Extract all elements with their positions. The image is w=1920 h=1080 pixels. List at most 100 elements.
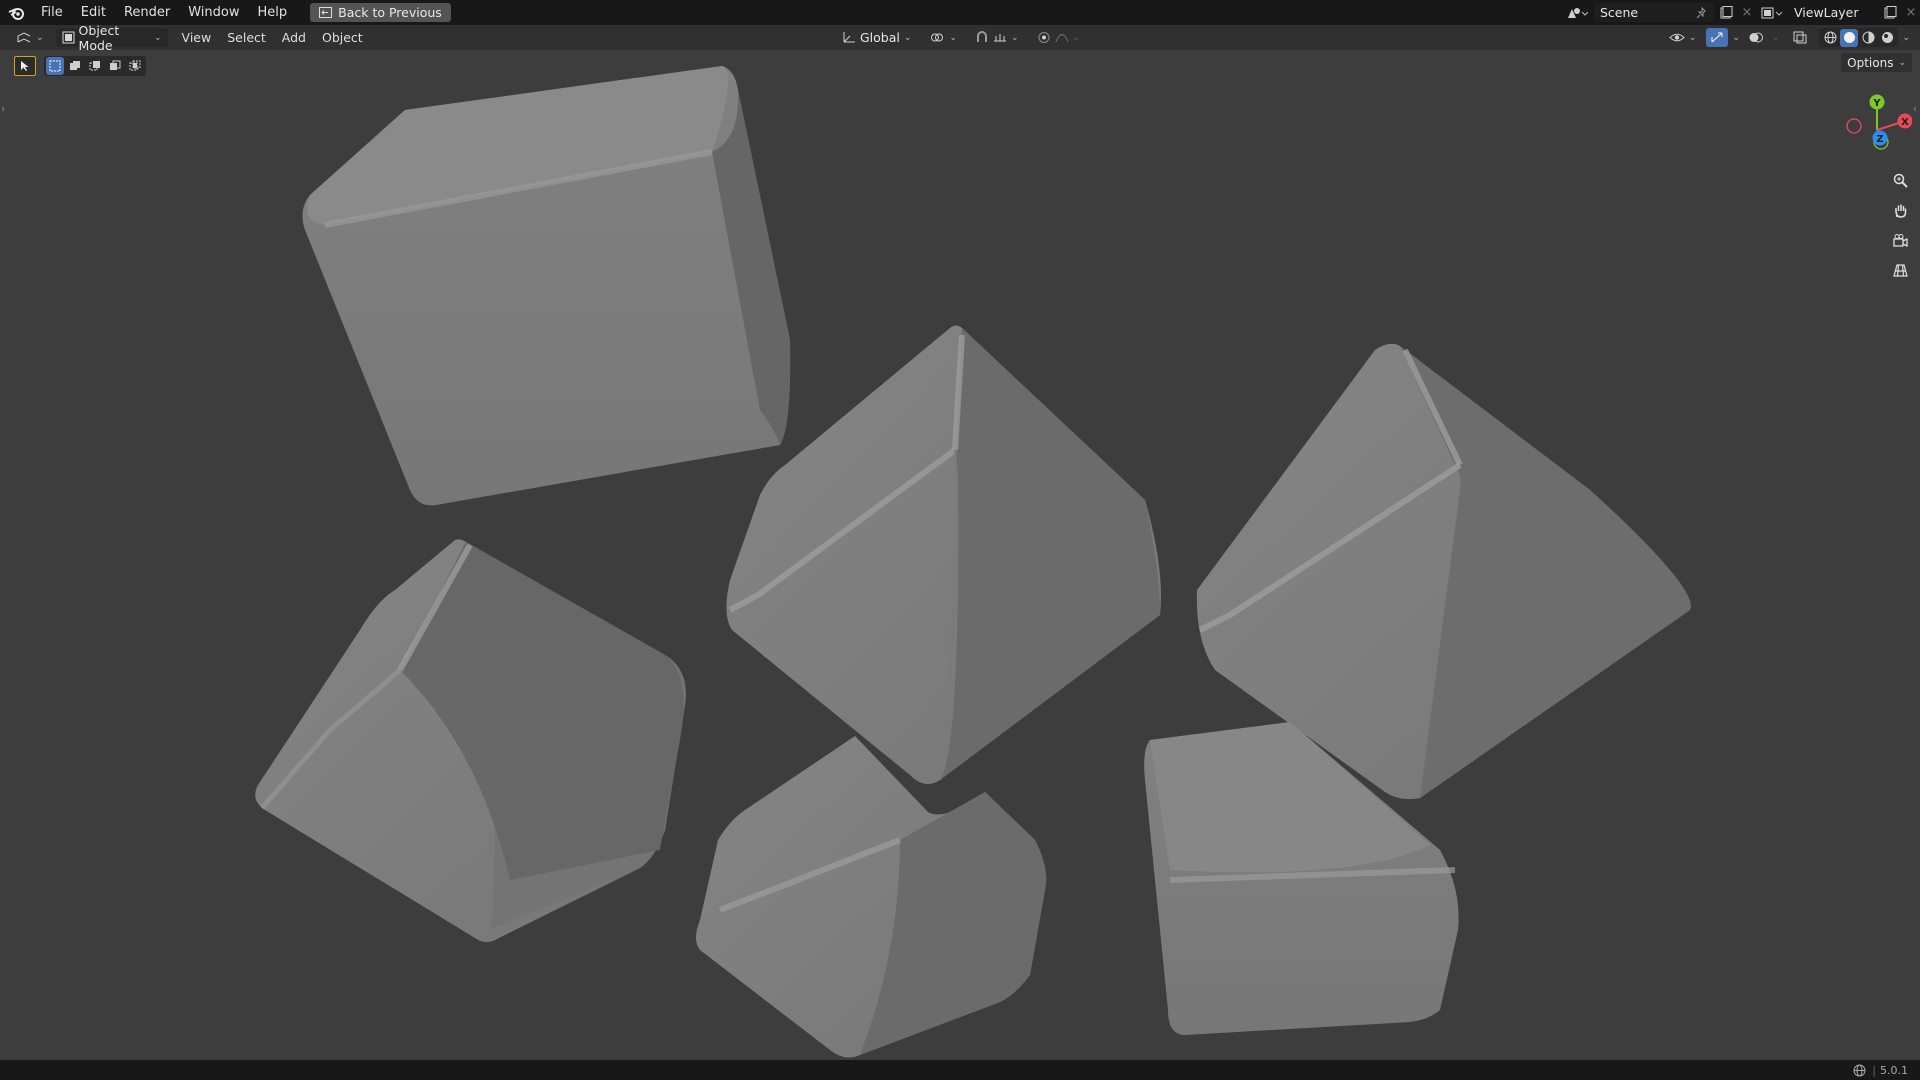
camera-view-button[interactable] xyxy=(1889,229,1911,251)
xray-toggle[interactable] xyxy=(1789,28,1811,47)
back-icon xyxy=(319,7,333,18)
chevron-down-icon: ⌄ xyxy=(154,32,162,43)
snap-dropdown[interactable]: ⌄ xyxy=(969,28,1025,47)
object-mode-icon xyxy=(62,31,75,44)
menu-window[interactable]: Window xyxy=(179,0,248,25)
pivot-icon xyxy=(929,31,945,44)
menu-help[interactable]: Help xyxy=(249,0,297,25)
material-shading-icon[interactable] xyxy=(1859,29,1877,47)
status-bar: | 5.0.1 xyxy=(0,1060,1920,1080)
scene-field[interactable]: Scene xyxy=(1594,3,1714,22)
status-divider: | xyxy=(1872,1063,1876,1077)
chevron-down-icon: ⌄ xyxy=(1898,57,1906,68)
overlay-icon xyxy=(1748,31,1764,44)
options-dropdown[interactable]: Options ⌄ xyxy=(1841,53,1912,72)
y-axis-label: Y xyxy=(1872,98,1881,109)
zoom-button[interactable] xyxy=(1889,169,1911,191)
grid-icon xyxy=(1892,263,1908,278)
overlay-dropdown-chevron[interactable]: ⌄ xyxy=(1772,33,1780,43)
transform-controls: Global ⌄ ⌄ ⌄ ⌄ xyxy=(836,28,1086,47)
cube-mesh[interactable] xyxy=(302,66,791,506)
xray-icon xyxy=(1793,31,1807,44)
menu-object[interactable]: Object xyxy=(314,30,371,45)
new-scene-icon[interactable] xyxy=(1714,6,1738,19)
x-axis-label: X xyxy=(1901,117,1909,128)
viewlayer-field[interactable]: ViewLayer xyxy=(1788,3,1878,22)
selection-mode-group xyxy=(44,56,146,76)
chevron-down-icon: ⌄ xyxy=(1010,32,1019,43)
chevron-down-icon: ⌄ xyxy=(949,32,957,43)
gizmo-toggle[interactable] xyxy=(1706,28,1729,47)
menu-add[interactable]: Add xyxy=(274,30,314,45)
scene-name: Scene xyxy=(1600,5,1639,20)
scene-icon[interactable] xyxy=(1560,6,1594,20)
z-axis-label: Z xyxy=(1876,134,1883,145)
menu-edit[interactable]: Edit xyxy=(72,0,115,25)
orientation-label: Global xyxy=(860,30,900,45)
negative-x-axis-icon[interactable] xyxy=(1846,118,1862,134)
zoom-icon xyxy=(1893,173,1908,188)
gizmo-icon xyxy=(1710,31,1724,44)
navigation-gizmo[interactable]: Y X Z xyxy=(1832,90,1912,170)
mode-label: Object Mode xyxy=(78,22,120,53)
pan-icon xyxy=(1893,203,1908,218)
back-to-previous-button[interactable]: Back to Previous xyxy=(310,3,451,22)
falloff-icon xyxy=(1055,31,1069,44)
pivot-dropdown[interactable]: ⌄ xyxy=(923,28,963,47)
viewport-shading-controls: ⌄ ⌄ ⌄ ⌄ xyxy=(1663,28,1910,47)
wireframe-shading-icon[interactable] xyxy=(1821,29,1839,47)
camera-icon xyxy=(1892,233,1908,248)
viewport-header: ⌄ Object Mode ⌄ View Select Add Object G… xyxy=(0,23,1920,53)
options-label: Options xyxy=(1847,55,1894,70)
chevron-down-icon: ⌄ xyxy=(1688,32,1697,43)
visibility-icon xyxy=(1669,31,1685,44)
select-subtract-icon[interactable] xyxy=(86,57,104,75)
select-extend-icon[interactable] xyxy=(66,57,84,75)
menu-render[interactable]: Render xyxy=(115,0,179,25)
toolbar-toggle-icon[interactable]: › xyxy=(1,102,5,115)
editor-type-dropdown[interactable]: ⌄ xyxy=(10,28,50,47)
proportional-dropdown[interactable]: ⌄ xyxy=(1031,28,1087,47)
rendered-shading-icon[interactable] xyxy=(1878,29,1896,47)
new-viewlayer-icon[interactable] xyxy=(1878,6,1902,19)
snap-increment-icon xyxy=(993,31,1007,44)
editor-type-icon xyxy=(16,31,32,44)
3d-viewport[interactable]: Options ⌄ › ‹ Y X Z xyxy=(0,50,1920,1060)
select-new-icon[interactable] xyxy=(46,57,64,75)
perspective-toggle-button[interactable] xyxy=(1889,259,1911,281)
viewlayer-icon[interactable] xyxy=(1756,6,1788,20)
shading-dropdown-chevron[interactable]: ⌄ xyxy=(1902,33,1910,43)
scene-render xyxy=(255,66,1691,1058)
snap-icon xyxy=(975,31,989,44)
close-icon[interactable]: × xyxy=(1738,5,1756,20)
cube-mesh[interactable] xyxy=(696,736,1047,1058)
chevron-down-icon: ⌄ xyxy=(903,32,912,43)
select-intersect-icon[interactable] xyxy=(126,57,144,75)
select-invert-icon[interactable] xyxy=(106,57,124,75)
chevron-down-icon: ⌄ xyxy=(1072,32,1081,43)
close-viewlayer-icon[interactable]: × xyxy=(1902,5,1920,20)
pin-icon[interactable] xyxy=(1696,6,1708,19)
visibility-dropdown[interactable]: ⌄ xyxy=(1663,28,1703,47)
tool-select[interactable] xyxy=(14,56,36,76)
menu-select[interactable]: Select xyxy=(219,30,274,45)
select-tool-icon xyxy=(14,56,36,76)
shading-mode-group xyxy=(1819,28,1899,47)
globe-icon xyxy=(1853,1064,1866,1077)
cube-mesh[interactable] xyxy=(726,325,1161,785)
menu-view[interactable]: View xyxy=(174,30,220,45)
orientation-icon xyxy=(842,31,856,44)
pan-button[interactable] xyxy=(1889,199,1911,221)
menu-file[interactable]: File xyxy=(32,0,72,25)
solid-shading-icon[interactable] xyxy=(1840,28,1859,47)
proportional-icon xyxy=(1037,31,1051,44)
sidebar-toggle-icon[interactable]: ‹ xyxy=(1913,102,1917,115)
orientation-dropdown[interactable]: Global ⌄ xyxy=(836,28,917,47)
mode-dropdown[interactable]: Object Mode ⌄ xyxy=(55,23,168,53)
top-bar: File Edit Render Window Help Back to Pre… xyxy=(0,0,1920,25)
topbar-right: Scene × ViewLayer × xyxy=(1560,0,1920,25)
overlay-toggle[interactable] xyxy=(1744,28,1768,47)
cube-mesh[interactable] xyxy=(255,539,686,943)
blender-logo[interactable] xyxy=(0,0,32,25)
gizmo-dropdown-chevron[interactable]: ⌄ xyxy=(1732,33,1740,43)
